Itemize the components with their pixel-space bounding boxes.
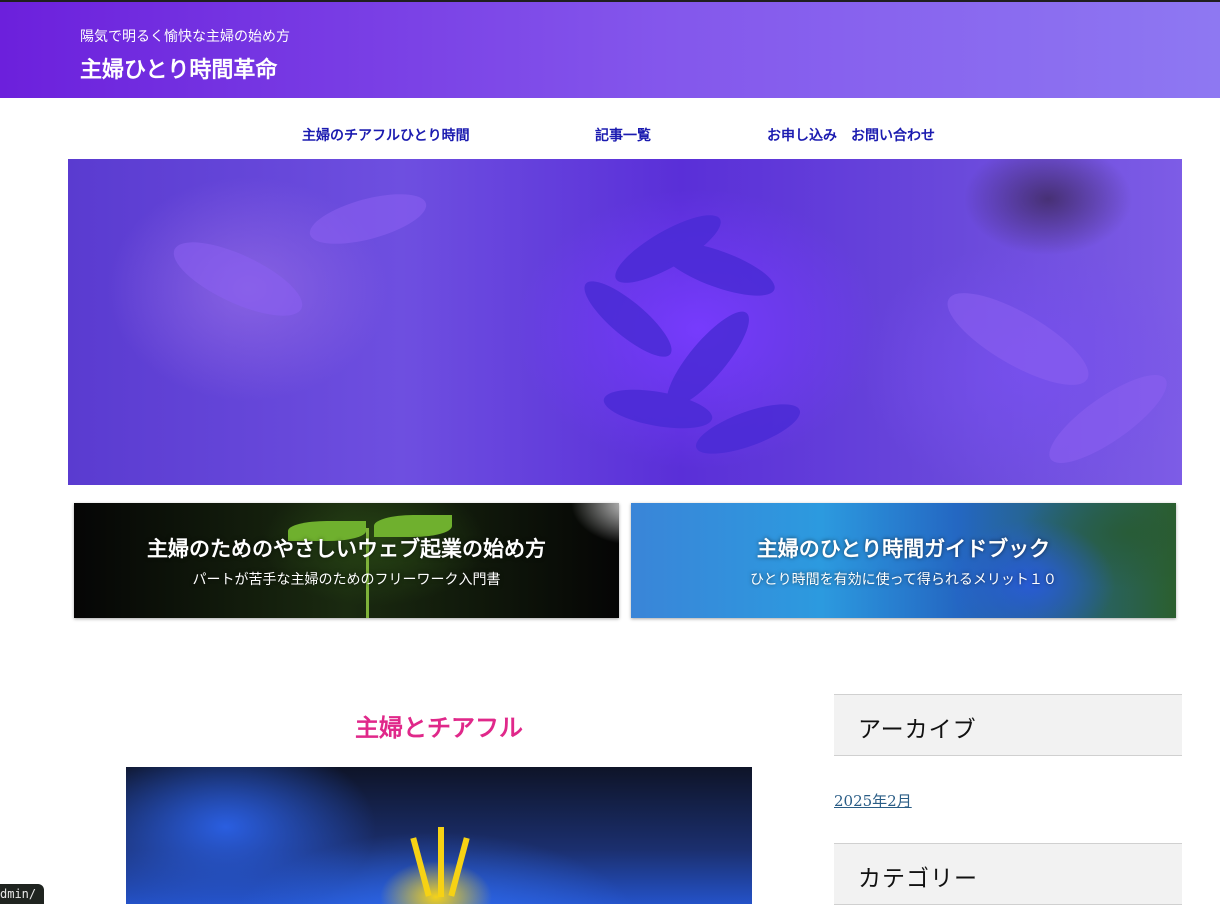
post-thumbnail-water-lily[interactable] xyxy=(126,767,752,904)
site-header: 陽気で明るく愉快な主婦の始め方 主婦ひとり時間革命 xyxy=(0,2,1220,98)
banner-title: 主婦のためのやさしいウェブ起業の始め方 xyxy=(147,536,546,561)
widget-archive-header: アーカイブ xyxy=(834,694,1182,756)
nav-item-article-list[interactable]: 記事一覧 xyxy=(595,125,651,145)
banner-subtitle: パートが苦手な主婦のためのフリーワーク入門書 xyxy=(192,572,501,588)
widget-category-header: カテゴリー xyxy=(834,843,1182,905)
nav-item-contact[interactable]: お申し込み お問い合わせ xyxy=(767,125,935,145)
widget-archive-title: アーカイブ xyxy=(858,717,977,743)
banner-guidebook[interactable]: 主婦のひとり時間ガイドブック ひとり時間を有効に使って得られるメリット１０ xyxy=(631,503,1176,618)
site-tagline: 陽気で明るく愉快な主婦の始め方 xyxy=(80,29,290,45)
site-title-link[interactable]: 主婦ひとり時間革命 xyxy=(80,52,277,84)
status-bar-url: dmin/ xyxy=(0,884,45,904)
nav-item-cheerful-time[interactable]: 主婦のチアフルひとり時間 xyxy=(302,125,470,145)
archive-link[interactable]: 2025年2月 xyxy=(834,790,912,811)
hero-flower-illustration xyxy=(173,194,1167,464)
post-title-link[interactable]: 主婦とチアフル xyxy=(126,708,752,743)
lotus-illustration xyxy=(410,827,470,897)
hero-image-hyacinth xyxy=(68,159,1182,485)
banner-web-startup[interactable]: 主婦のためのやさしいウェブ起業の始め方 パートが苦手な主婦のためのフリーワーク入… xyxy=(74,503,619,618)
banner-title: 主婦のひとり時間ガイドブック xyxy=(756,536,1051,561)
banner-subtitle: ひとり時間を有効に使って得られるメリット１０ xyxy=(750,572,1057,588)
widget-category-title: カテゴリー xyxy=(858,866,978,892)
